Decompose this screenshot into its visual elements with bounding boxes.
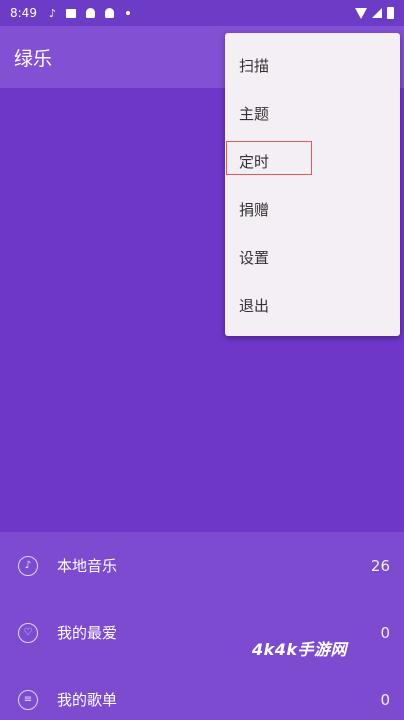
music-note-icon: ♪ bbox=[18, 555, 38, 576]
app-title: 绿乐 bbox=[14, 47, 53, 70]
status-time: 8:49 bbox=[10, 6, 37, 20]
notification-icon bbox=[85, 8, 96, 19]
menu-item-scan[interactable]: 扫描 bbox=[225, 41, 400, 89]
menu-item-donate[interactable]: 捐赠 bbox=[225, 185, 400, 233]
signal-icon bbox=[372, 8, 382, 18]
music-note-icon: ♪ bbox=[48, 6, 56, 20]
library-item-label: 我的最爱 bbox=[57, 624, 118, 642]
library-item-label: 我的歌单 bbox=[57, 691, 118, 709]
menu-item-theme[interactable]: 主题 bbox=[225, 89, 400, 137]
menu-item-settings[interactable]: 设置 bbox=[225, 233, 400, 281]
library-item-local-music[interactable]: ♪ 本地音乐 26 bbox=[0, 532, 404, 599]
notification-icon bbox=[104, 8, 115, 19]
heart-icon: ♡ bbox=[18, 622, 38, 643]
battery-icon bbox=[387, 7, 394, 19]
library-item-count: 0 bbox=[380, 690, 390, 709]
list-icon: ≡ bbox=[18, 689, 38, 710]
library-item-label: 本地音乐 bbox=[57, 557, 118, 575]
library-list: ♪ 本地音乐 26 ♡ 我的最爱 0 ≡ 我的歌单 0 bbox=[0, 532, 404, 720]
watermark: 4k4k手游网 bbox=[252, 640, 348, 659]
menu-item-exit[interactable]: 退出 bbox=[225, 281, 400, 329]
image-icon bbox=[66, 8, 77, 19]
status-bar: 8:49 ♪ bbox=[0, 0, 404, 26]
dot-icon bbox=[123, 8, 134, 19]
overflow-menu: 扫描 主题 定时 捐赠 设置 退出 bbox=[225, 33, 400, 336]
wifi-icon bbox=[355, 7, 367, 19]
menu-item-timer[interactable]: 定时 bbox=[225, 137, 400, 185]
library-item-playlists[interactable]: ≡ 我的歌单 0 bbox=[0, 666, 404, 720]
library-item-count: 26 bbox=[370, 556, 390, 575]
library-item-count: 0 bbox=[380, 623, 390, 642]
